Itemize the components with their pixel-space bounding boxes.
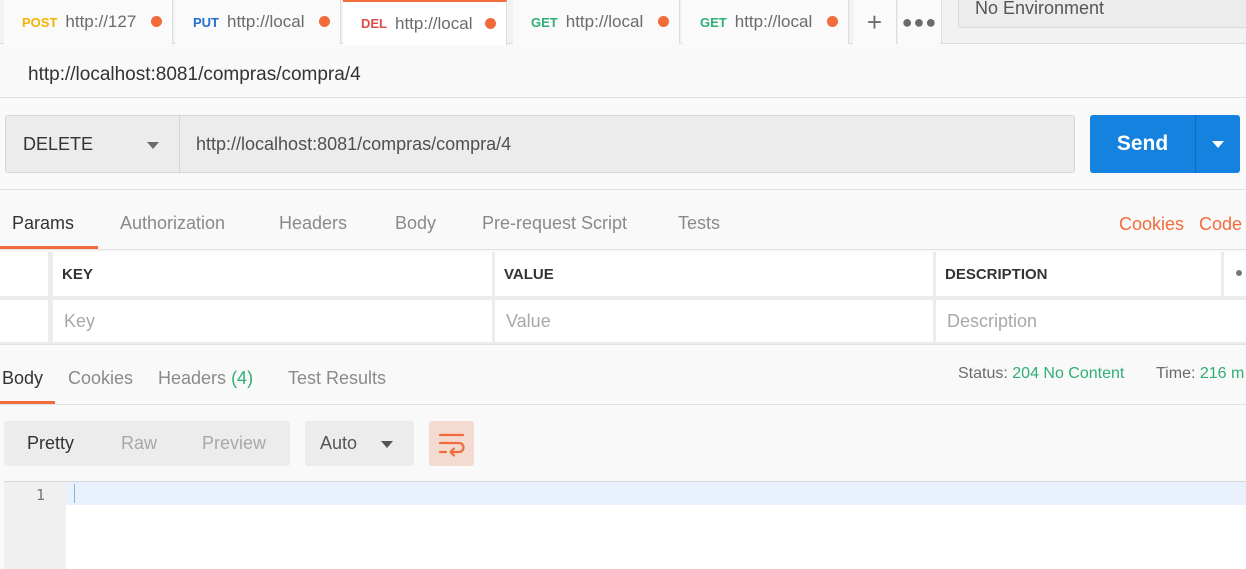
tab-params[interactable]: Params [12, 213, 74, 234]
unsaved-dot-icon [151, 16, 162, 27]
status-value: 204 No Content [1012, 365, 1125, 382]
response-status: Status: 204 No Content [958, 365, 1124, 383]
column-header-key: KEY [53, 252, 492, 296]
divider [0, 344, 1246, 345]
response-tab-test-results[interactable]: Test Results [288, 368, 386, 389]
request-tab-post[interactable]: POST http://127 [4, 0, 173, 44]
tab-label: http://127 [65, 12, 137, 31]
format-select[interactable]: Auto [305, 421, 414, 466]
tab-method: POST [22, 14, 58, 30]
row-checkbox[interactable] [0, 300, 48, 342]
url-input[interactable]: http://localhost:8081/compras/compra/4 [179, 115, 1075, 173]
tab-body[interactable]: Body [395, 213, 436, 234]
tab-label: http://local [395, 13, 473, 33]
params-table: KEY VALUE DESCRIPTION Key Value Descript… [0, 252, 1246, 344]
wrap-lines-icon [438, 433, 465, 457]
wrap-lines-button[interactable] [429, 421, 474, 466]
response-time: Time: 216 m [1156, 365, 1244, 383]
divider [0, 189, 1246, 190]
active-line-highlight [66, 482, 1246, 505]
tab-pre-request-script[interactable]: Pre-request Script [482, 213, 627, 234]
response-tab-body[interactable]: Body [2, 368, 43, 389]
status-label: Status: [958, 365, 1008, 382]
plus-icon: + [866, 6, 883, 37]
tab-label: http://local [227, 12, 305, 31]
tab-method: PUT [193, 14, 219, 30]
unsaved-dot-icon [827, 16, 838, 27]
unsaved-dot-icon [485, 18, 496, 29]
param-value-input[interactable]: Value [495, 300, 933, 342]
bulk-edit-column[interactable] [1224, 252, 1246, 296]
response-tab-headers[interactable]: Headers (4) [158, 368, 253, 389]
param-key-input[interactable]: Key [53, 300, 492, 342]
line-number: 1 [36, 486, 46, 504]
more-options-icon[interactable] [1236, 270, 1242, 276]
request-tab-get-2[interactable]: GET http://local [682, 0, 849, 44]
time-label: Time: [1156, 365, 1196, 382]
tab-headers[interactable]: Headers [279, 213, 347, 234]
more-tabs-button[interactable]: ●●● [898, 0, 942, 44]
chevron-down-icon [381, 441, 393, 448]
param-description-input[interactable]: Description [936, 300, 1246, 342]
request-tab-delete[interactable]: DEL http://local [343, 0, 507, 45]
divider [0, 249, 1246, 250]
environment-select[interactable]: No Environment [958, 0, 1246, 28]
column-header-description: DESCRIPTION [936, 252, 1221, 296]
headers-count: (4) [231, 368, 254, 388]
request-name: http://localhost:8081/compras/compra/4 [28, 64, 361, 85]
code-link[interactable]: Code [1199, 214, 1242, 235]
request-tab-put[interactable]: PUT http://local [175, 0, 341, 44]
row-checkbox-header [0, 252, 48, 296]
tab-method: GET [700, 14, 727, 30]
response-tab-cookies[interactable]: Cookies [68, 368, 133, 389]
tab-authorization[interactable]: Authorization [120, 213, 225, 234]
tab-method: GET [531, 14, 558, 30]
tab-label: http://local [734, 12, 813, 31]
request-tab-bar: POST http://127 PUT http://local DEL htt… [0, 0, 1246, 45]
unsaved-dot-icon [319, 16, 330, 27]
chevron-down-icon [147, 142, 159, 149]
text-cursor [74, 484, 75, 503]
tab-method: DEL [361, 16, 387, 31]
view-mode-preview[interactable]: Preview [202, 433, 266, 454]
editor-gutter [4, 482, 66, 569]
column-header-value: VALUE [495, 252, 933, 296]
new-tab-button[interactable]: + [853, 0, 897, 44]
tab-label: http://local [565, 12, 644, 31]
tab-tests[interactable]: Tests [678, 213, 720, 234]
divider [0, 404, 1246, 405]
request-tab-get-1[interactable]: GET http://local [513, 0, 680, 44]
divider [0, 97, 1246, 98]
view-mode-pretty[interactable]: Pretty [27, 433, 74, 454]
time-value: 216 m [1199, 365, 1245, 382]
send-button[interactable]: Send [1090, 115, 1195, 173]
method-value: DELETE [23, 133, 94, 154]
format-value: Auto [320, 433, 358, 453]
http-method-select[interactable]: DELETE [5, 115, 180, 173]
send-options-button[interactable] [1195, 115, 1240, 173]
unsaved-dot-icon [658, 16, 669, 27]
headers-label: Headers [158, 368, 227, 388]
view-mode-raw[interactable]: Raw [121, 433, 157, 454]
ellipsis-icon: ●●● [901, 11, 938, 32]
cookies-link[interactable]: Cookies [1119, 214, 1184, 235]
chevron-down-icon [1212, 141, 1224, 148]
